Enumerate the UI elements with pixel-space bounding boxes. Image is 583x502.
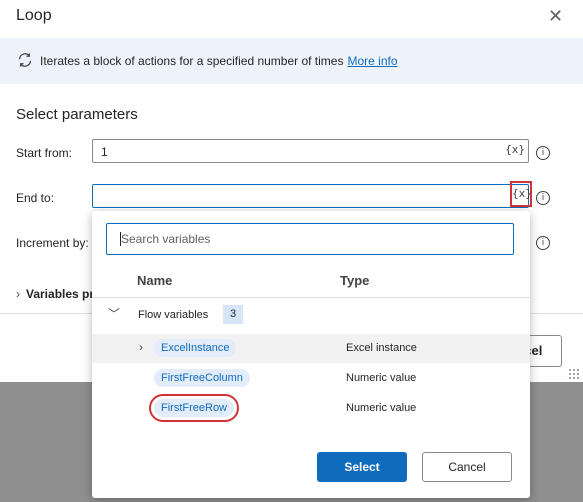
group-label: Flow variables (138, 309, 209, 321)
start-from-input[interactable]: 1 {x} (92, 139, 529, 163)
start-from-label: Start from: (16, 146, 73, 160)
variable-row-firstfreecolumn[interactable]: FirstFreeColumn Numeric value (92, 364, 530, 393)
search-variables-input[interactable] (106, 223, 514, 255)
dialog-title: Loop (16, 7, 52, 24)
loop-icon (18, 53, 32, 67)
end-to-input[interactable]: {x} (92, 181, 532, 208)
end-to-variable-button[interactable]: {x} (510, 181, 532, 207)
increment-by-label: Increment by: (16, 236, 89, 250)
advanced-section[interactable]: › Variables pro (16, 287, 101, 301)
variable-row-excelinstance[interactable]: › ExcelInstance Excel instance (92, 334, 530, 363)
text-caret (120, 232, 121, 246)
start-from-variable-button[interactable]: {x} (505, 143, 525, 156)
variable-row-firstfreerow[interactable]: FirstFreeRow Numeric value (92, 394, 530, 423)
section-title: Select parameters (16, 106, 138, 123)
chevron-right-icon: › (16, 287, 20, 301)
variable-picker-popup: Name Type ﹀ Flow variables 3 › ExcelInst… (92, 211, 530, 498)
start-from-value: 1 (101, 145, 108, 159)
chevron-right-icon[interactable]: › (139, 340, 143, 354)
advanced-label: Variables pro (26, 287, 102, 301)
header-divider (92, 297, 530, 298)
end-to-label: End to: (16, 191, 55, 205)
select-button[interactable]: Select (317, 452, 407, 482)
close-icon[interactable]: ✕ (548, 6, 563, 27)
info-text: Iterates a block of actions for a specif… (40, 54, 398, 68)
start-from-info-icon[interactable]: i (536, 146, 550, 160)
resize-grip-icon[interactable] (568, 368, 580, 380)
end-to-info-icon[interactable]: i (536, 191, 550, 205)
variable-type: Numeric value (346, 402, 417, 414)
group-count-badge: 3 (223, 305, 243, 324)
group-flow-variables[interactable]: ﹀ Flow variables 3 (92, 303, 530, 329)
chevron-down-icon[interactable]: ﹀ (108, 305, 120, 322)
column-header-type[interactable]: Type (340, 273, 369, 288)
variable-pill-firstfreerow[interactable]: FirstFreeRow (148, 394, 240, 422)
cancel-button[interactable]: Cancel (422, 452, 512, 482)
increment-by-info-icon[interactable]: i (536, 236, 550, 250)
more-info-link[interactable]: More info (347, 54, 397, 68)
variable-type: Excel instance (346, 342, 417, 354)
info-bar: Iterates a block of actions for a specif… (0, 38, 583, 84)
info-description: Iterates a block of actions for a specif… (40, 54, 344, 68)
variable-type: Numeric value (346, 372, 417, 384)
variable-pill-excelinstance[interactable]: ExcelInstance (154, 339, 237, 357)
column-header-name[interactable]: Name (137, 273, 172, 288)
variable-pill-firstfreecolumn[interactable]: FirstFreeColumn (154, 369, 250, 387)
